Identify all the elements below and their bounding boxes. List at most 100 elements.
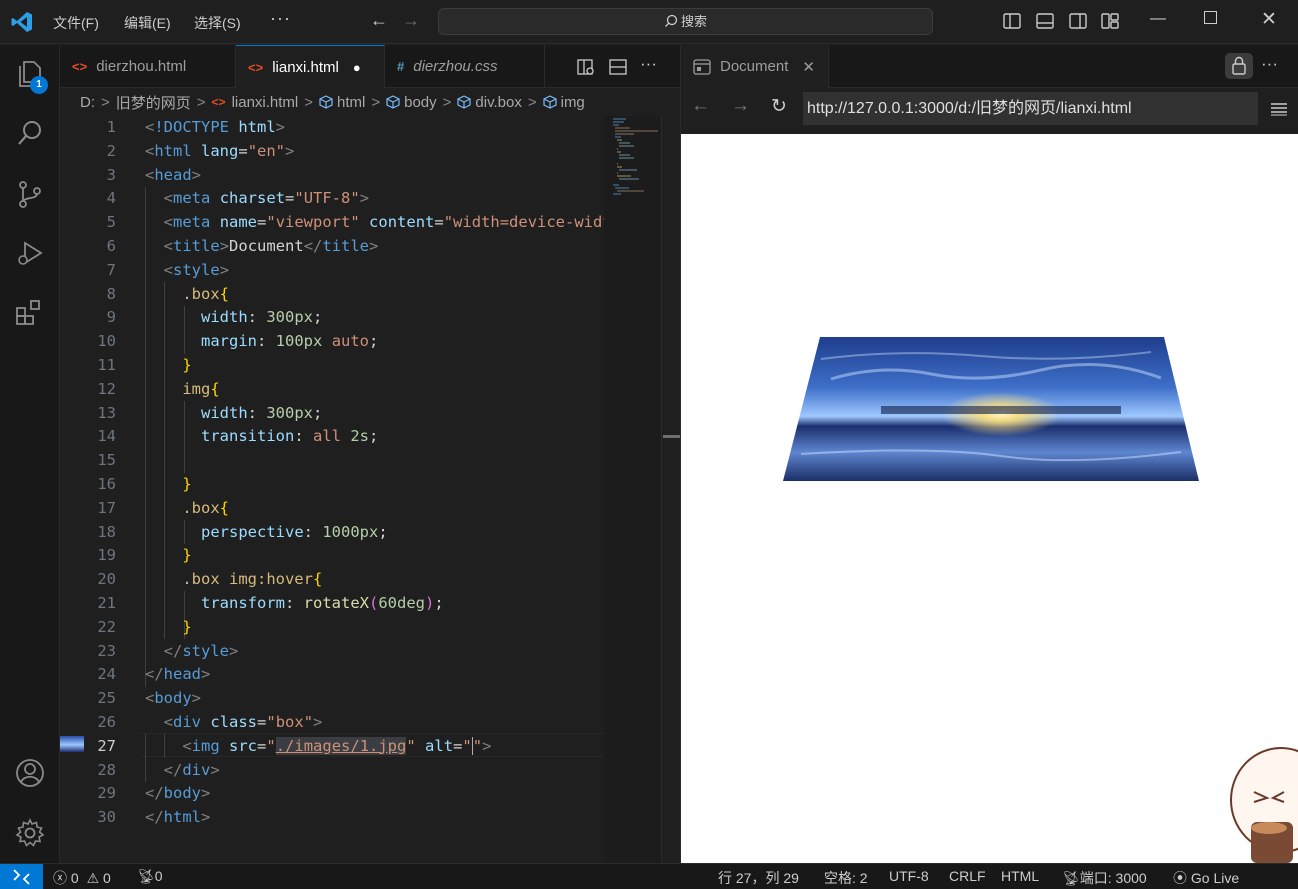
minimap-preview bbox=[613, 118, 658, 195]
indentation-setting[interactable]: 空格: 2 bbox=[824, 868, 868, 888]
toggle-panel-icon[interactable] bbox=[1035, 11, 1055, 31]
browser-menu-icon[interactable] bbox=[1270, 102, 1288, 116]
problems-indicator[interactable]: ⓧ 0 ⚠ 0 bbox=[53, 868, 111, 888]
line-number[interactable]: 13 bbox=[60, 402, 140, 426]
line-number[interactable]: 18 bbox=[60, 521, 140, 545]
line-number[interactable]: 8 bbox=[60, 283, 140, 307]
breadcrumb-item[interactable]: img bbox=[561, 94, 585, 111]
explorer-badge: 1 bbox=[30, 76, 48, 94]
breadcrumb-item[interactable]: D: bbox=[80, 94, 95, 111]
menu-select[interactable]: 选择(S) bbox=[194, 13, 241, 33]
rotated-image[interactable] bbox=[681, 134, 1298, 863]
line-number[interactable]: 20 bbox=[60, 568, 140, 592]
language-mode[interactable]: HTML bbox=[1001, 868, 1039, 884]
html-file-icon: <> bbox=[72, 59, 88, 74]
live-server-port[interactable]: 📡︎端口: 3000 bbox=[1062, 868, 1147, 888]
account-icon[interactable] bbox=[14, 757, 46, 789]
line-number[interactable]: 11 bbox=[60, 354, 140, 378]
command-search-box[interactable]: 搜索 bbox=[438, 8, 933, 35]
tab-dierzhou-css[interactable]: # dierzhou.css bbox=[385, 45, 545, 88]
title-bar: 文件(F) 编辑(E) 选择(S) ··· ← → 搜索 — ✕ bbox=[0, 0, 1298, 44]
editor-more-actions-button[interactable]: ··· bbox=[640, 54, 657, 74]
line-number[interactable]: 14 bbox=[60, 425, 140, 449]
line-number[interactable]: 2 bbox=[60, 140, 140, 164]
line-number[interactable]: 23 bbox=[60, 640, 140, 664]
forward-arrow-icon[interactable]: → bbox=[402, 10, 420, 31]
line-number[interactable]: 27 bbox=[60, 735, 140, 759]
run-debug-icon[interactable] bbox=[14, 238, 46, 270]
code-line: <!DOCTYPE html> bbox=[145, 118, 286, 136]
menu-edit[interactable]: 编辑(E) bbox=[124, 13, 171, 33]
line-number[interactable]: 4 bbox=[60, 187, 140, 211]
customize-layout-icon[interactable] bbox=[1100, 11, 1120, 31]
code-editor[interactable]: <!DOCTYPE html> <html lang="en"> <head> … bbox=[145, 116, 605, 830]
line-number-gutter: 1 2 3 4 5 6 7 8 9 10 11 12 13 14 15 16 17 18 19 20 21 22 23 24 2… bbox=[60, 116, 140, 830]
address-bar[interactable]: http://127.0.0.1:3000/d:/旧梦的网页/lianxi.ht… bbox=[803, 92, 1258, 125]
encoding-setting[interactable]: UTF-8 bbox=[889, 868, 929, 884]
line-number[interactable]: 25 bbox=[60, 687, 140, 711]
minimize-icon[interactable]: — bbox=[1150, 10, 1166, 28]
split-editor-icon[interactable] bbox=[608, 57, 628, 77]
line-number[interactable]: 5 bbox=[60, 211, 140, 235]
line-number[interactable]: 26 bbox=[60, 711, 140, 735]
line-number[interactable]: 15 bbox=[60, 449, 140, 473]
preview-more-actions-button[interactable]: ··· bbox=[1261, 54, 1278, 74]
breadcrumb-item[interactable]: lianxi.html bbox=[232, 94, 299, 111]
line-number[interactable]: 21 bbox=[60, 592, 140, 616]
remote-indicator[interactable] bbox=[0, 864, 43, 889]
ports-indicator[interactable]: 📡︎0 bbox=[137, 868, 163, 885]
code-line: img{ bbox=[182, 379, 220, 398]
go-live-button[interactable]: ⦿ Go Live bbox=[1173, 868, 1239, 888]
line-number[interactable]: 29 bbox=[60, 782, 140, 806]
line-number[interactable]: 16 bbox=[60, 473, 140, 497]
code-line: .box img:hover{ bbox=[182, 570, 323, 589]
line-number[interactable]: 10 bbox=[60, 330, 140, 354]
minimap[interactable] bbox=[604, 116, 661, 863]
code-line: margin: 100px auto; bbox=[201, 332, 379, 351]
toggle-secondary-sidebar-icon[interactable] bbox=[1068, 11, 1088, 31]
code-line: </head> bbox=[145, 665, 211, 684]
breadcrumb-item[interactable]: body bbox=[404, 94, 437, 111]
close-tab-icon[interactable]: ✕ bbox=[802, 58, 815, 76]
cursor-position[interactable]: 行 27，列 29 bbox=[718, 868, 799, 888]
maximize-icon[interactable] bbox=[1204, 11, 1217, 29]
eol-setting[interactable]: CRLF bbox=[949, 868, 986, 884]
browser-forward-icon[interactable]: → bbox=[731, 95, 750, 117]
open-preview-icon[interactable] bbox=[576, 57, 596, 77]
line-number[interactable]: 19 bbox=[60, 544, 140, 568]
line-number[interactable]: 24 bbox=[60, 663, 140, 687]
browser-preview-icon bbox=[693, 58, 711, 75]
line-number[interactable]: 17 bbox=[60, 497, 140, 521]
settings-gear-icon[interactable] bbox=[14, 817, 46, 849]
line-number[interactable]: 12 bbox=[60, 378, 140, 402]
line-number[interactable]: 6 bbox=[60, 235, 140, 259]
line-number[interactable]: 30 bbox=[60, 806, 140, 830]
extensions-icon[interactable] bbox=[14, 297, 46, 329]
breadcrumb-item[interactable]: 旧梦的网页 bbox=[116, 92, 191, 113]
tab-document-preview[interactable]: Document ✕ bbox=[681, 45, 829, 88]
line-number[interactable]: 22 bbox=[60, 616, 140, 640]
breadcrumb-item[interactable]: div.box bbox=[475, 94, 521, 111]
line-number[interactable]: 9 bbox=[60, 306, 140, 330]
unsaved-dot-icon[interactable]: ● bbox=[353, 60, 361, 75]
tab-lianxi-html[interactable]: <> lianxi.html ● bbox=[236, 45, 385, 88]
editor-scrollbar[interactable] bbox=[661, 116, 662, 863]
browser-back-icon[interactable]: ← bbox=[691, 95, 710, 117]
source-control-icon[interactable] bbox=[14, 178, 46, 210]
line-number[interactable]: 3 bbox=[60, 164, 140, 188]
close-window-icon[interactable]: ✕ bbox=[1261, 8, 1277, 31]
back-arrow-icon[interactable]: ← bbox=[370, 10, 388, 31]
line-number[interactable]: 7 bbox=[60, 259, 140, 283]
toggle-primary-sidebar-icon[interactable] bbox=[1002, 11, 1022, 31]
search-view-icon[interactable] bbox=[14, 117, 46, 149]
code-line: <title>Document</title> bbox=[163, 236, 379, 255]
menu-more-button[interactable]: ··· bbox=[270, 8, 291, 29]
code-line: .box{ bbox=[182, 284, 229, 303]
menu-file[interactable]: 文件(F) bbox=[53, 13, 99, 33]
lock-group-button[interactable] bbox=[1225, 53, 1253, 79]
browser-reload-icon[interactable]: ↻ bbox=[771, 95, 787, 118]
line-number[interactable]: 28 bbox=[60, 759, 140, 783]
tab-dierzhou-html[interactable]: <> dierzhou.html bbox=[60, 45, 236, 88]
line-number[interactable]: 1 bbox=[60, 116, 140, 140]
breadcrumb-item[interactable]: html bbox=[337, 94, 365, 111]
